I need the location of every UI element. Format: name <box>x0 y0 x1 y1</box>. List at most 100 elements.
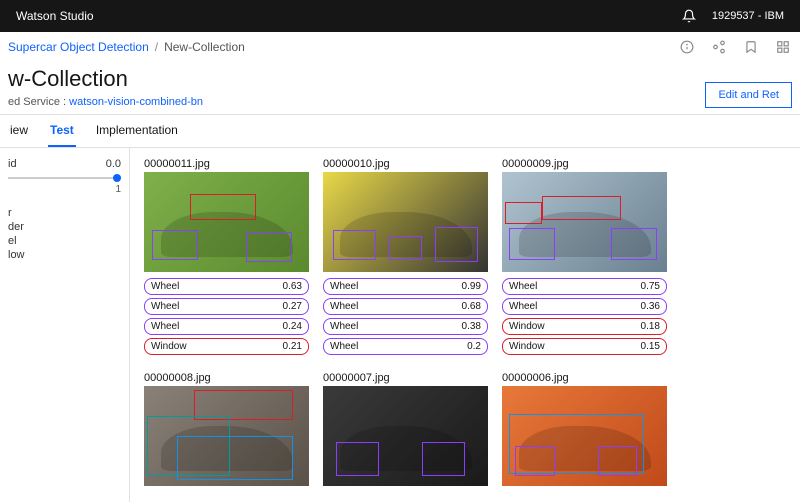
pred-label: Wheel <box>509 281 537 292</box>
prediction-row: Wheel0.2 <box>323 338 488 355</box>
pred-label: Wheel <box>330 301 358 312</box>
pred-score: 0.38 <box>462 321 481 332</box>
tabs: iew Test Implementation <box>0 115 800 148</box>
result-image[interactable] <box>323 172 488 272</box>
notifications-icon[interactable] <box>682 9 696 23</box>
prediction-row: Wheel 0.68 <box>323 298 488 315</box>
tab-overview[interactable]: iew <box>8 115 30 147</box>
pred-label: Window <box>509 321 545 332</box>
bounding-box <box>515 446 555 476</box>
pred-score: 0.75 <box>641 281 660 292</box>
pred-score: 0.36 <box>641 301 660 312</box>
bounding-box <box>246 232 292 262</box>
label-item[interactable]: low <box>8 249 121 261</box>
filename: 00000010.jpg <box>323 158 488 170</box>
result-image[interactable] <box>502 386 667 486</box>
filename: 00000006.jpg <box>502 372 667 384</box>
bounding-box <box>611 228 657 260</box>
threshold-value: 0.0 <box>106 158 121 170</box>
result-image[interactable] <box>502 172 667 272</box>
share-icon[interactable] <box>710 38 728 56</box>
bounding-box <box>333 230 376 260</box>
breadcrumb-project[interactable]: Supercar Object Detection <box>8 40 149 54</box>
bounding-box <box>336 442 379 476</box>
prediction-row: Wheel 0.38 <box>323 318 488 335</box>
result-image[interactable] <box>323 386 488 486</box>
pred-label: Wheel <box>330 281 358 292</box>
filename: 00000011.jpg <box>144 158 309 170</box>
prediction-row: Window 0.21 <box>144 338 309 355</box>
pred-score: 0.24 <box>283 321 302 332</box>
top-bar: Watson Studio 1929537 - IBM <box>0 0 800 32</box>
bookmark-icon[interactable] <box>742 38 760 56</box>
result-image[interactable] <box>144 172 309 272</box>
prediction-row: Wheel 0.36 <box>502 298 667 315</box>
predictions: Wheel 0.63 Wheel 0.27 Wheel 0.24 Window 0.21 <box>144 278 309 355</box>
grid-icon[interactable] <box>774 38 792 56</box>
label-item[interactable]: der <box>8 221 121 233</box>
pred-score: 0.63 <box>283 281 302 292</box>
slider-max: 1 <box>8 184 121 195</box>
bounding-box <box>190 194 256 220</box>
prediction-row: Window 0.15 <box>502 338 667 355</box>
bounding-box <box>177 436 293 480</box>
bounding-box <box>152 230 198 260</box>
pred-score: 0.27 <box>283 301 302 312</box>
result-card: 00000007.jpg <box>323 372 488 486</box>
pred-label: Wheel <box>151 281 179 292</box>
bounding-box <box>542 196 621 220</box>
prediction-row: Wheel 0.63 <box>144 278 309 295</box>
account-label[interactable]: 1929537 - IBM <box>712 10 784 22</box>
label-item[interactable]: el <box>8 235 121 247</box>
edit-retrain-button[interactable]: Edit and Ret <box>705 82 792 108</box>
result-card: 00000010.jpgWheel0.99Wheel0.68Wheel0.38W… <box>323 158 488 358</box>
app-title: Watson Studio <box>16 9 682 23</box>
result-image[interactable] <box>144 386 309 486</box>
breadcrumb-current: New-Collection <box>164 40 245 54</box>
predictions: Wheel 0.75 Wheel 0.36 Window 0.18 Window 0.15 <box>502 278 667 355</box>
filename: 00000007.jpg <box>323 372 488 384</box>
info-icon[interactable] <box>678 38 696 56</box>
filename: 00000009.jpg <box>502 158 667 170</box>
service-link[interactable]: watson-vision-combined-bn <box>69 96 203 108</box>
result-card: 00000011.jpgWheel0.63Wheel0.27Wheel0.24W… <box>144 158 309 358</box>
bounding-box <box>389 236 422 260</box>
filename: 00000008.jpg <box>144 372 309 384</box>
pred-label: Window <box>509 341 545 352</box>
pred-label: Wheel <box>151 321 179 332</box>
breadcrumb: Supercar Object Detection / New-Collecti… <box>0 32 800 62</box>
prediction-row: Wheel 0.75 <box>502 278 667 295</box>
page-header: w-Collection ed Service : watson-vision-… <box>0 62 800 115</box>
threshold-slider[interactable] <box>8 174 121 182</box>
bounding-box <box>509 228 555 260</box>
pred-label: Window <box>151 341 187 352</box>
predictions: Wheel 0.99 Wheel 0.68 Wheel 0.38 Wheel0.2 <box>323 278 488 355</box>
bounding-box <box>435 227 478 262</box>
result-card: 00000008.jpg <box>144 372 309 486</box>
pred-label: Wheel <box>151 301 179 312</box>
pred-label: Wheel <box>330 321 358 332</box>
pred-label: Wheel <box>509 301 537 312</box>
sidebar: id 0.0 1 rderellow <box>0 148 130 502</box>
bounding-box <box>505 202 541 224</box>
label-item[interactable]: r <box>8 207 121 219</box>
results-gallery: 00000011.jpgWheel0.63Wheel0.27Wheel0.24W… <box>130 148 800 502</box>
result-card: 00000009.jpg Wheel 0.75 Wheel 0.36 Window 0.18… <box>502 158 667 358</box>
tab-test[interactable]: Test <box>48 115 76 147</box>
pred-score: 0.99 <box>462 281 481 292</box>
pred-label: Wheel <box>330 341 358 352</box>
prediction-row: Window 0.18 <box>502 318 667 335</box>
tab-implementation[interactable]: Implementation <box>94 115 180 147</box>
prediction-row: Wheel 0.27 <box>144 298 309 315</box>
pred-score: 0.68 <box>462 301 481 312</box>
bounding-box <box>598 446 638 476</box>
pred-score: 0.18 <box>641 321 660 332</box>
pred-score: 0.15 <box>641 341 660 352</box>
breadcrumb-sep: / <box>155 40 158 54</box>
result-card: 00000006.jpg <box>502 372 667 486</box>
pred-score: 0.21 <box>283 341 302 352</box>
page-title: w-Collection <box>8 66 792 92</box>
associated-service: ed Service : watson-vision-combined-bn <box>8 96 792 108</box>
prediction-row: Wheel 0.99 <box>323 278 488 295</box>
labels-list: r der el low <box>8 207 121 261</box>
